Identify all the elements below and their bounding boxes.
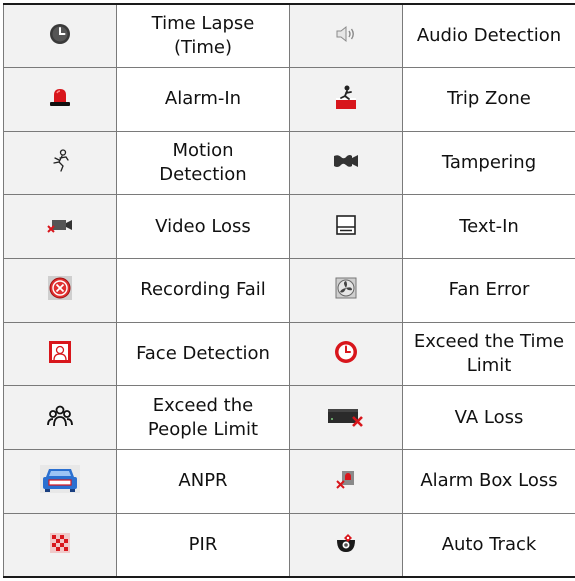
- icon-cell: [289, 3, 403, 69]
- event-label: Trip Zone: [402, 67, 575, 132]
- ptz-dome-icon: [334, 531, 358, 559]
- fan-icon: [335, 277, 357, 303]
- icon-cell: [289, 130, 403, 196]
- camera-x-icon: [46, 216, 74, 238]
- event-label: Exceed the People Limit: [116, 385, 290, 451]
- icon-cell: [3, 3, 117, 69]
- icon-cell: [289, 385, 403, 451]
- event-label: Recording Fail: [116, 258, 290, 323]
- event-label: Face Detection: [116, 321, 290, 387]
- event-label: Text-In: [402, 194, 575, 260]
- icon-cell: [289, 194, 403, 260]
- event-label: PIR: [116, 512, 290, 578]
- icon-cell: [3, 130, 117, 196]
- icon-cell: [3, 67, 117, 132]
- event-label: Video Loss: [116, 194, 290, 260]
- red-alarm-light-icon: [48, 87, 72, 111]
- icon-cell: [3, 449, 117, 514]
- trip-zone-icon: [334, 84, 358, 114]
- event-label: Auto Track: [402, 512, 575, 578]
- red-x-circle-icon: [47, 275, 73, 305]
- table-row: PIR Auto Track: [3, 512, 575, 578]
- icon-cell: [289, 512, 403, 578]
- icon-cell: [289, 67, 403, 132]
- event-label: Audio Detection: [402, 3, 575, 69]
- icon-cell: [289, 449, 403, 514]
- event-label: Fan Error: [402, 258, 575, 323]
- table-row: Exceed the People Limit VA Loss: [3, 385, 575, 451]
- speaker-icon: [334, 23, 358, 49]
- table-row: Video Loss Text-In: [3, 194, 575, 260]
- icon-cell: [3, 321, 117, 387]
- event-label: Alarm-In: [116, 67, 290, 132]
- people-group-icon: [47, 404, 73, 432]
- icon-cell: [3, 194, 117, 260]
- icon-cell: [3, 385, 117, 451]
- table-row: ANPR Alarm Box Loss: [3, 449, 575, 514]
- event-label: Exceed the Time Limit: [402, 321, 575, 387]
- face-portrait-icon: [48, 340, 72, 368]
- icon-cell: [3, 512, 117, 578]
- table-row: Recording Fail Fan Error: [3, 258, 575, 323]
- car-plate-icon: [40, 465, 80, 497]
- alarm-box-x-icon: [334, 467, 358, 495]
- table-row: Time Lapse (Time) Audio Detection: [3, 3, 575, 69]
- event-label: Motion Detection: [116, 130, 290, 196]
- event-label: Tampering: [402, 130, 575, 196]
- tampered-camera-icon: [332, 152, 360, 174]
- va-device-x-icon: [327, 405, 365, 431]
- table-row: Motion Detection Tampering: [3, 130, 575, 196]
- table-row: Face Detection Exceed the Time Limit: [3, 321, 575, 387]
- running-person-icon: [49, 149, 71, 177]
- event-label: ANPR: [116, 449, 290, 514]
- event-label: Alarm Box Loss: [402, 449, 575, 514]
- event-label: Time Lapse (Time): [116, 3, 290, 69]
- table-row: Alarm-In Trip Zone: [3, 67, 575, 132]
- text-document-icon: [335, 214, 357, 240]
- event-icon-legend-table: Time Lapse (Time) Audio Detection Alarm-I…: [3, 3, 575, 578]
- icon-cell: [3, 258, 117, 323]
- pir-sensor-icon: [49, 532, 71, 558]
- clock-dark-icon: [49, 23, 71, 49]
- icon-cell: [289, 321, 403, 387]
- event-label: VA Loss: [402, 385, 575, 451]
- clock-red-icon: [334, 340, 358, 368]
- icon-cell: [289, 258, 403, 323]
